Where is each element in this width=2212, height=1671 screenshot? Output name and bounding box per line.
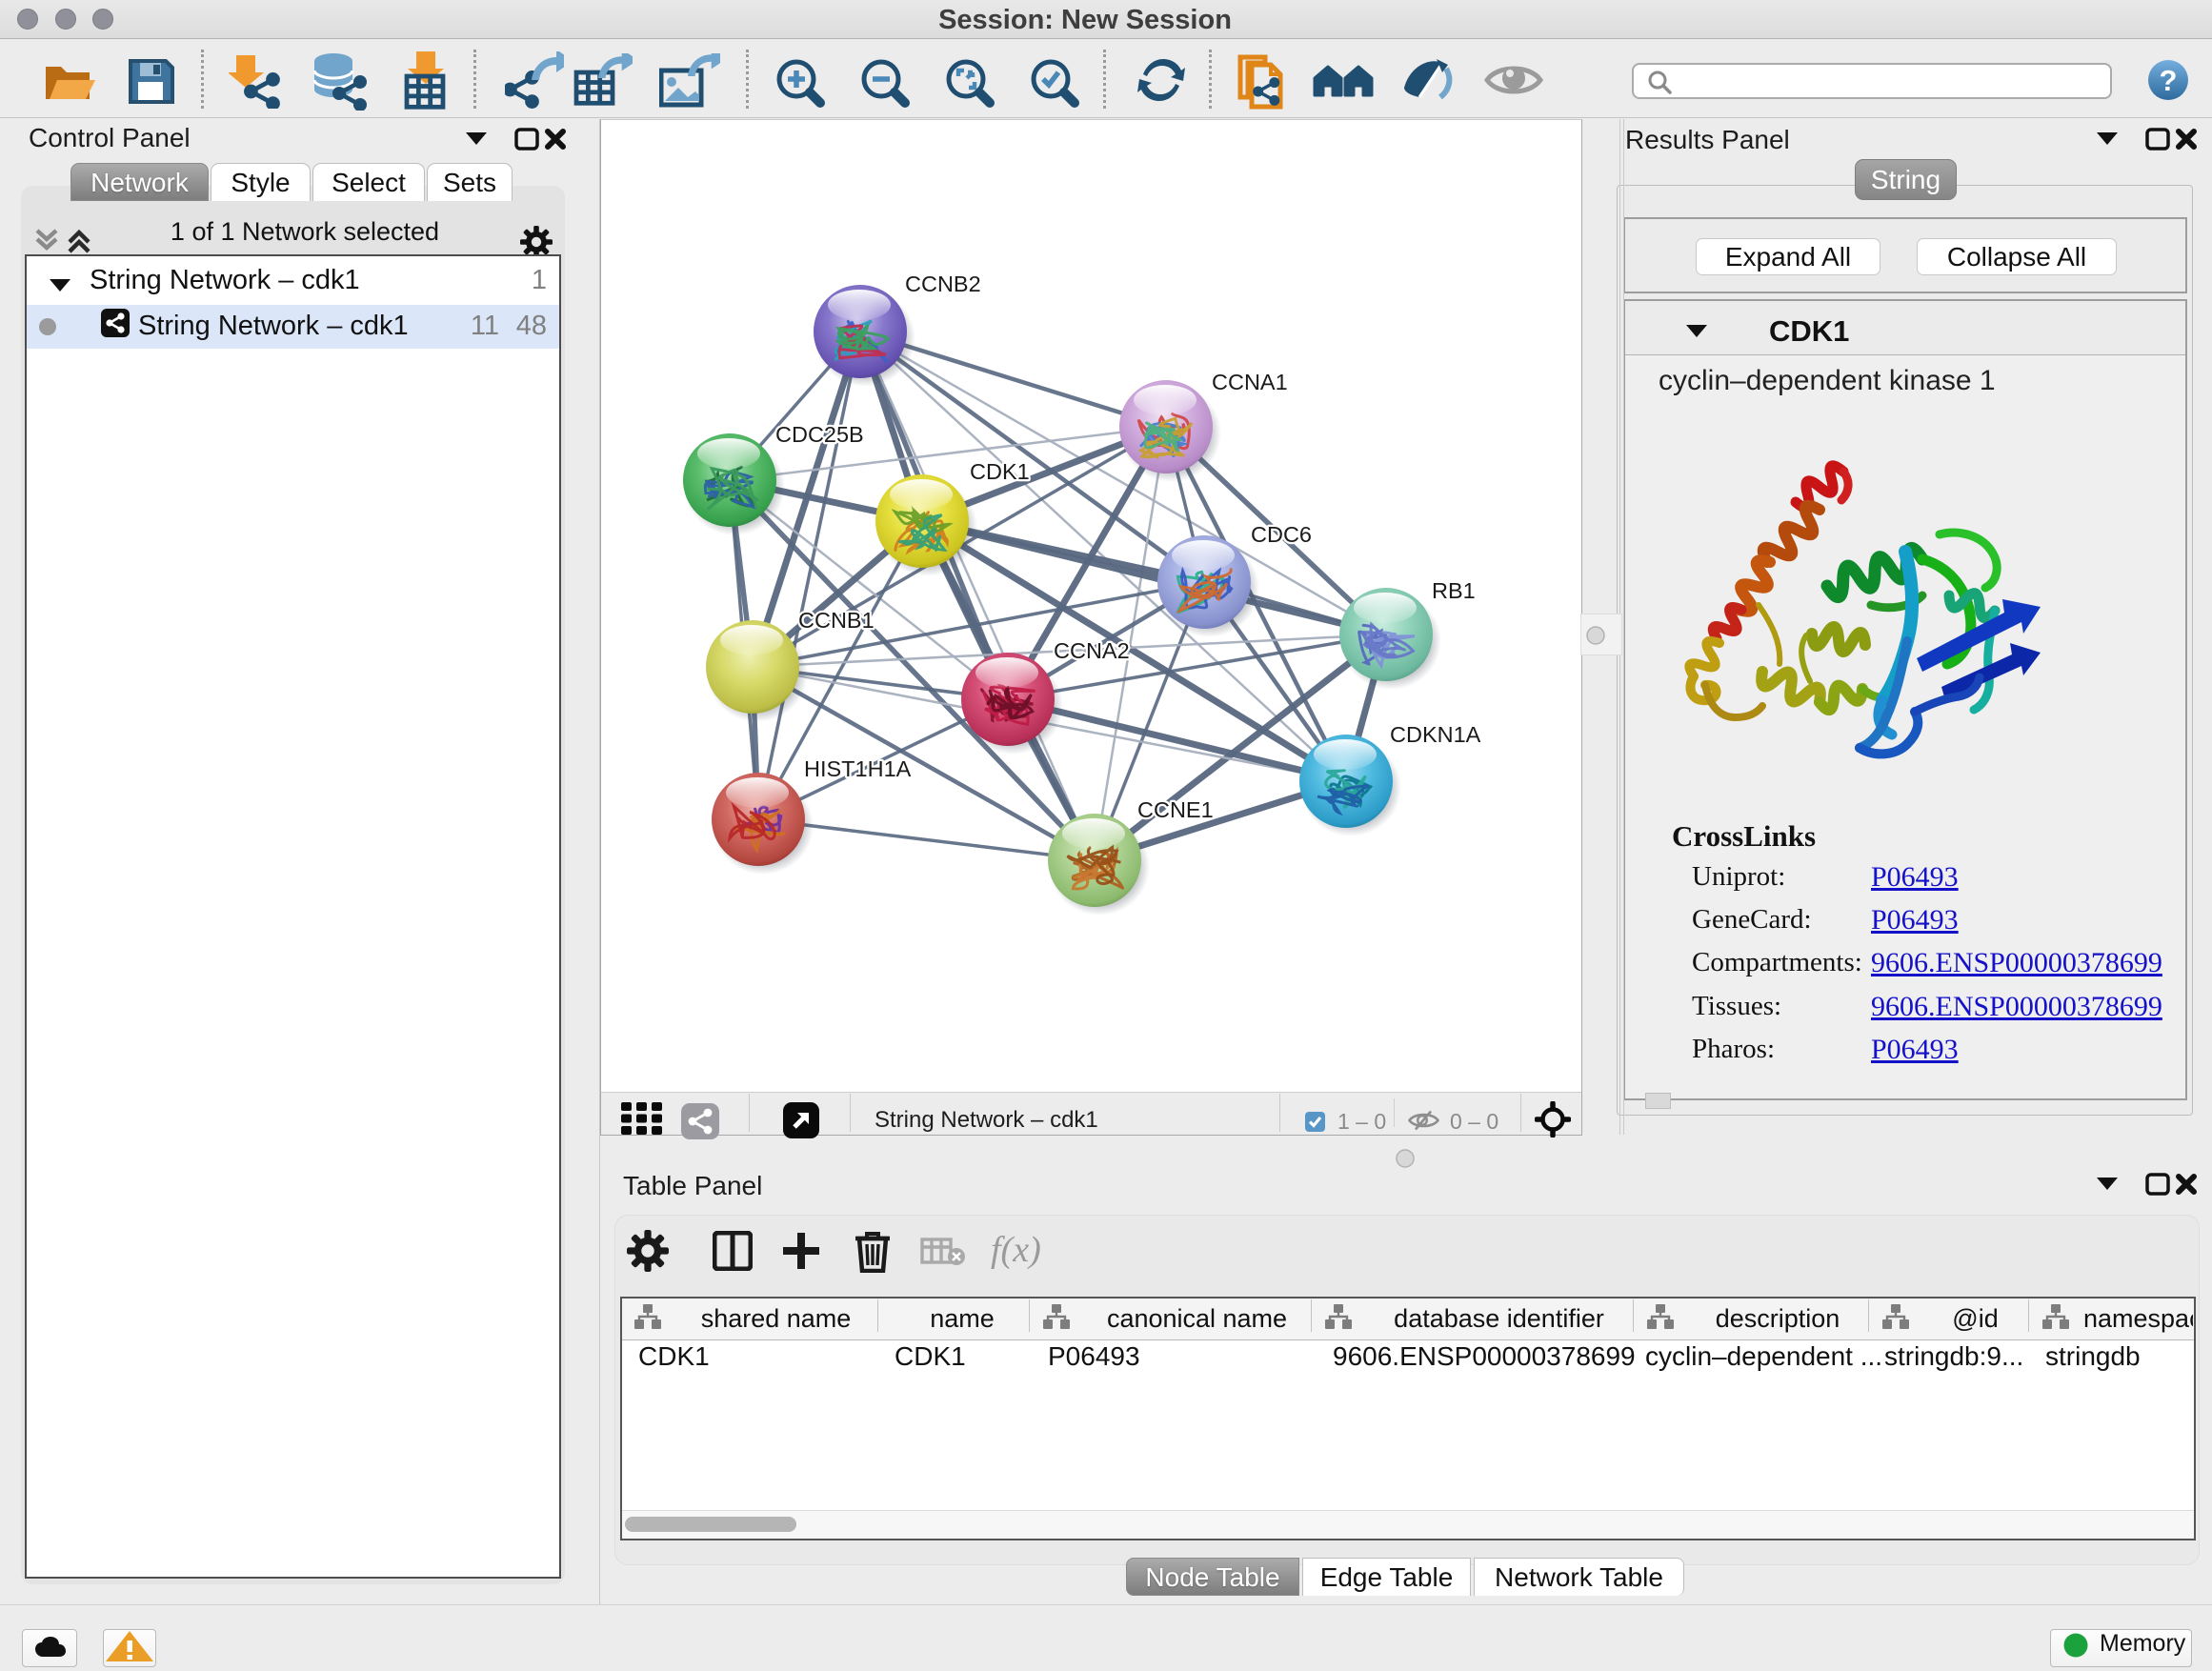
svg-text:CDKN1A: CDKN1A <box>1390 722 1481 747</box>
svg-text:CCNB2: CCNB2 <box>905 272 981 296</box>
svg-text:CDK1: CDK1 <box>970 459 1030 484</box>
svg-text:CCNA1: CCNA1 <box>1212 370 1288 394</box>
svg-text:CCNE1: CCNE1 <box>1137 797 1214 822</box>
svg-text:CCNA2: CCNA2 <box>1054 638 1130 663</box>
svg-text:CCNB1: CCNB1 <box>798 608 875 633</box>
svg-text:CDC6: CDC6 <box>1251 522 1312 547</box>
svg-text:HIST1H1A: HIST1H1A <box>804 756 912 781</box>
svg-text:CDC25B: CDC25B <box>775 422 864 447</box>
svg-text:RB1: RB1 <box>1432 578 1476 603</box>
svg-text:?: ? <box>2160 64 2178 97</box>
